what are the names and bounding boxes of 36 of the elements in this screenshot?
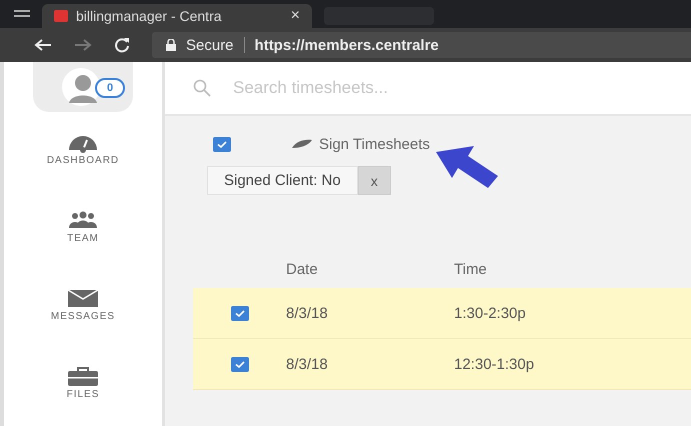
arrow-annotation: [434, 144, 500, 190]
sign-timesheets-link[interactable]: Sign Timesheets: [291, 136, 430, 152]
menu-icon[interactable]: [14, 9, 30, 19]
checkbox[interactable]: [230, 306, 248, 320]
feather-icon: [291, 139, 313, 149]
tab-title: billingmanager - Centra: [76, 8, 223, 24]
forward-icon[interactable]: [74, 38, 92, 52]
lock-icon: [166, 39, 176, 51]
close-button[interactable]: ×: [290, 7, 300, 25]
table-row[interactable]: 8/3/18 12:30-1:30p: [193, 339, 691, 390]
address-bar[interactable]: Secure https://members.centralre: [152, 32, 691, 58]
check-icon: [234, 310, 244, 316]
envelope-icon: [66, 288, 99, 309]
check-icon: [234, 360, 244, 368]
table-cell-text: 8/3/18: [286, 356, 329, 372]
reload-icon[interactable]: [114, 37, 130, 53]
briefcase-icon: [66, 366, 99, 387]
column-header: Time: [454, 260, 488, 278]
url-text: https://members.centralre: [254, 36, 439, 54]
table-cell-text: 8/3/18: [286, 304, 329, 322]
notification-badge: 0: [95, 78, 125, 98]
team-icon: [67, 210, 99, 231]
table-row[interactable]: 8/3/18 1:30-2:30p: [193, 288, 691, 339]
checkbox[interactable]: [230, 356, 248, 372]
browser-tab[interactable]: billingmanager - Centra ×: [42, 4, 312, 28]
favicon-icon: [54, 10, 68, 22]
check-icon: [217, 140, 227, 148]
table-cell-text: 1:30-2:30p: [454, 304, 527, 322]
search-icon: [193, 79, 211, 97]
remove-filter-button[interactable]: x: [358, 166, 391, 195]
column-header: Date: [286, 260, 319, 278]
checkbox[interactable]: [213, 136, 231, 152]
back-icon[interactable]: [34, 38, 52, 52]
table-cell-text: 12:30-1:30p: [454, 356, 536, 372]
filter-tag: Signed Client: No: [207, 166, 358, 195]
secure-label: Secure: [186, 36, 234, 54]
